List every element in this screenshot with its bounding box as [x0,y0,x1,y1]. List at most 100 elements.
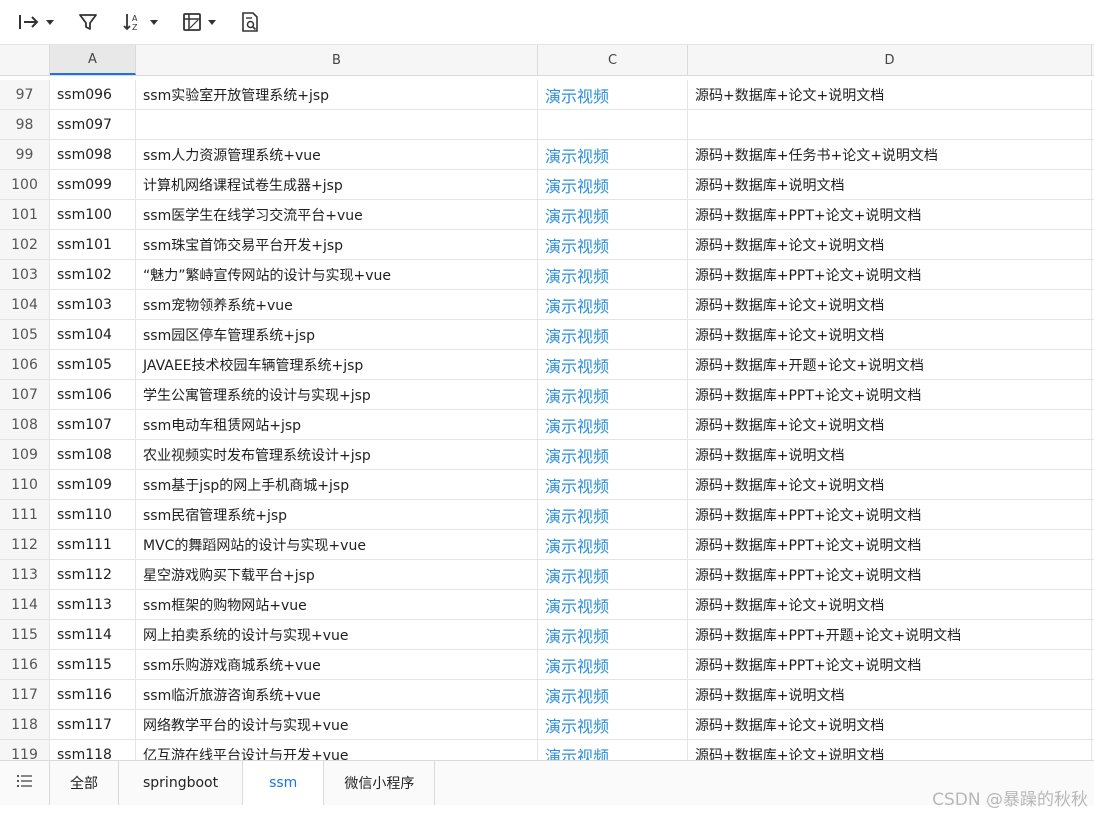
select-all-corner[interactable] [0,45,50,75]
tab-all[interactable]: 全部 [50,761,119,805]
cell-demo-video-link[interactable]: 演示视频 [538,320,688,349]
cell-contents[interactable]: 源码+数据库+PPT+论文+说明文档 [688,560,1092,589]
cell-contents[interactable]: 源码+数据库+PPT+开题+论文+说明文档 [688,620,1092,649]
cell-demo-video-link[interactable]: 演示视频 [538,260,688,289]
row-number[interactable]: 105 [0,320,50,349]
cell-demo-video-link[interactable]: 演示视频 [538,710,688,739]
cell-contents[interactable]: 源码+数据库+说明文档 [688,170,1092,199]
cell-contents[interactable]: 源码+数据库+论文+说明文档 [688,290,1092,319]
tab-wechat-miniprogram[interactable]: 微信小程序 [324,761,436,805]
cell-contents[interactable]: 源码+数据库+论文+说明文档 [688,80,1092,109]
cell-project-name[interactable]: ssm医学生在线学习交流平台+vue [136,200,538,229]
cell-contents[interactable]: 源码+数据库+PPT+论文+说明文档 [688,500,1092,529]
cell-contents[interactable]: 源码+数据库+PPT+论文+说明文档 [688,380,1092,409]
cell-demo-video-link[interactable]: 演示视频 [538,170,688,199]
row-number[interactable]: 99 [0,140,50,169]
row-number[interactable]: 101 [0,200,50,229]
row-number[interactable]: 113 [0,560,50,589]
row-number[interactable]: 98 [0,110,50,139]
cell-project-name[interactable]: 网上拍卖系统的设计与实现+vue [136,620,538,649]
filter-button[interactable] [78,7,98,37]
cell-contents[interactable]: 源码+数据库+任务书+论文+说明文档 [688,140,1092,169]
cell-id[interactable]: ssm101 [50,230,136,259]
cell-project-name[interactable]: ssm园区停车管理系统+jsp [136,320,538,349]
tab-springboot[interactable]: springboot [119,761,244,805]
cell-contents[interactable]: 源码+数据库+说明文档 [688,440,1092,469]
row-number[interactable]: 104 [0,290,50,319]
row-number[interactable]: 100 [0,170,50,199]
cell-demo-video-link[interactable]: 演示视频 [538,590,688,619]
cell-demo-video-link[interactable]: 演示视频 [538,440,688,469]
cell-demo-video-link[interactable]: 演示视频 [538,290,688,319]
freeze-button[interactable] [18,7,54,37]
cell-demo-video-link[interactable]: 演示视频 [538,350,688,379]
cell-contents[interactable]: 源码+数据库+PPT+论文+说明文档 [688,200,1092,229]
cell-contents[interactable]: 源码+数据库+论文+说明文档 [688,740,1092,760]
cell-project-name[interactable]: 计算机网络课程试卷生成器+jsp [136,170,538,199]
cell-contents[interactable]: 源码+数据库+论文+说明文档 [688,410,1092,439]
cell-id[interactable]: ssm116 [50,680,136,709]
column-header-d[interactable]: D [688,45,1092,75]
cell-demo-video-link[interactable]: 演示视频 [538,230,688,259]
cell-contents[interactable]: 源码+数据库+论文+说明文档 [688,590,1092,619]
row-number[interactable]: 106 [0,350,50,379]
cell-project-name[interactable]: “魅力”繁峙宣传网站的设计与实现+vue [136,260,538,289]
cell-project-name[interactable]: 农业视频实时发布管理系统设计+jsp [136,440,538,469]
row-number[interactable]: 107 [0,380,50,409]
row-number[interactable]: 116 [0,650,50,679]
cell-demo-video-link[interactable]: 演示视频 [538,740,688,760]
cell-id[interactable]: ssm111 [50,530,136,559]
cell-project-name[interactable]: 网络教学平台的设计与实现+vue [136,710,538,739]
cell-id[interactable]: ssm106 [50,380,136,409]
row-number[interactable]: 119 [0,740,50,760]
cell-project-name[interactable]: MVC的舞蹈网站的设计与实现+vue [136,530,538,559]
cell-contents[interactable] [688,110,1092,139]
cell-id[interactable]: ssm112 [50,560,136,589]
row-number[interactable]: 117 [0,680,50,709]
cell-project-name[interactable]: ssm宠物领养系统+vue [136,290,538,319]
row-number[interactable]: 115 [0,620,50,649]
cell-contents[interactable]: 源码+数据库+论文+说明文档 [688,470,1092,499]
row-number[interactable]: 112 [0,530,50,559]
cell-id[interactable]: ssm114 [50,620,136,649]
cell-project-name[interactable]: ssm人力资源管理系统+vue [136,140,538,169]
cell-contents[interactable]: 源码+数据库+开题+论文+说明文档 [688,350,1092,379]
cell-project-name[interactable]: ssm临沂旅游咨询系统+vue [136,680,538,709]
cell-demo-video-link[interactable]: 演示视频 [538,410,688,439]
cell-demo-video-link[interactable]: 演示视频 [538,650,688,679]
cell-demo-video-link[interactable]: 演示视频 [538,680,688,709]
cell-id[interactable]: ssm107 [50,410,136,439]
cell-contents[interactable]: 源码+数据库+PPT+论文+说明文档 [688,650,1092,679]
find-button[interactable] [240,7,260,37]
row-number[interactable]: 110 [0,470,50,499]
row-number[interactable]: 108 [0,410,50,439]
tab-ssm[interactable]: ssm [243,761,325,805]
cell-id[interactable]: ssm102 [50,260,136,289]
cell-demo-video-link[interactable]: 演示视频 [538,530,688,559]
cell-project-name[interactable]: ssm乐购游戏商城系统+vue [136,650,538,679]
cell-project-name[interactable]: 亿互游在线平台设计与开发+vue [136,740,538,760]
cell-project-name[interactable]: 星空游戏购买下载平台+jsp [136,560,538,589]
cell-contents[interactable]: 源码+数据库+论文+说明文档 [688,710,1092,739]
cell-id[interactable]: ssm109 [50,470,136,499]
cell-contents[interactable]: 源码+数据库+论文+说明文档 [688,320,1092,349]
cell-id[interactable]: ssm097 [50,110,136,139]
cell-project-name[interactable]: JAVAEE技术校园车辆管理系统+jsp [136,350,538,379]
cell-demo-video-link[interactable]: 演示视频 [538,560,688,589]
cell-project-name[interactable]: ssm实验室开放管理系统+jsp [136,80,538,109]
column-header-a[interactable]: A [50,45,136,75]
cell-contents[interactable]: 源码+数据库+PPT+论文+说明文档 [688,530,1092,559]
cell-id[interactable]: ssm117 [50,710,136,739]
row-number[interactable]: 118 [0,710,50,739]
cell-id[interactable]: ssm105 [50,350,136,379]
cell-id[interactable]: ssm113 [50,590,136,619]
row-number[interactable]: 103 [0,260,50,289]
cell-demo-video-link[interactable]: 演示视频 [538,140,688,169]
cell-demo-video-link[interactable]: 演示视频 [538,620,688,649]
cell-demo-video-link[interactable]: 演示视频 [538,500,688,529]
cell-id[interactable]: ssm098 [50,140,136,169]
cell-project-name[interactable]: ssm电动车租赁网站+jsp [136,410,538,439]
cell-id[interactable]: ssm096 [50,80,136,109]
cell-contents[interactable]: 源码+数据库+说明文档 [688,680,1092,709]
row-number[interactable]: 109 [0,440,50,469]
